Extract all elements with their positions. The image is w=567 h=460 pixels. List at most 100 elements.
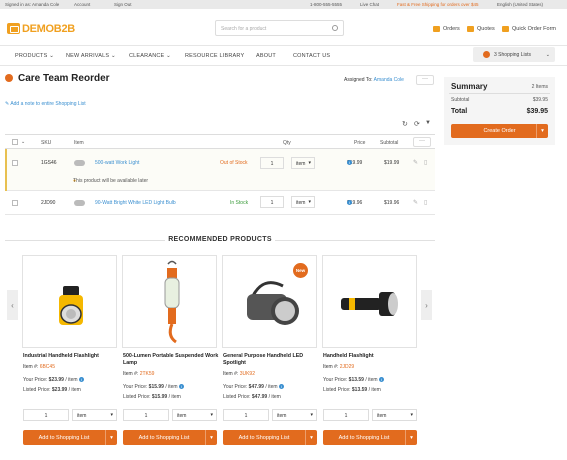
chevron-down-icon[interactable]: ▾ [305, 430, 317, 445]
product-name[interactable]: General Purpose Handheld LED Spotlight [223, 353, 321, 367]
edit-icon[interactable]: ✎ [413, 199, 418, 206]
quotes-link[interactable]: Quotes [467, 26, 495, 32]
nav-item-new-arrivals[interactable]: NEW ARRIVALS ⌄ [66, 53, 116, 59]
info-icon[interactable]: i [278, 384, 284, 389]
unit-select[interactable]: item ▾ [172, 409, 217, 421]
delete-icon[interactable]: ▯ [424, 199, 427, 206]
search-icon[interactable] [332, 25, 338, 31]
row-subtotal: $19.99 [384, 160, 400, 166]
table-actions-menu[interactable]: ··· [413, 137, 431, 147]
edit-icon[interactable]: ✎ [413, 159, 418, 166]
quantity-input[interactable]: 1 [260, 196, 284, 208]
sync-icon[interactable]: ⟳ [414, 120, 420, 128]
header-qty[interactable]: Qty [283, 140, 291, 146]
flashlight-image [341, 292, 398, 316]
site-header: DEMOB2B Search for a product Orders Quot… [0, 9, 567, 45]
shopping-list-icon [483, 51, 490, 58]
chevron-down-icon[interactable]: ▾ [405, 430, 417, 445]
row-subtotal: $19.96 [384, 200, 400, 206]
row-highlight [5, 149, 7, 191]
stock-status: Out of Stock [220, 160, 248, 166]
product-item-number: Item #: 6BC45 [23, 364, 55, 370]
add-to-shopping-list-button[interactable]: Add to Shopping List ▾ [23, 430, 117, 445]
quantity-input[interactable]: 1 [260, 157, 284, 169]
product-name[interactable]: 500-Lumen Portable Suspended Work Lamp [123, 353, 221, 367]
quick-order-link[interactable]: Quick Order Form [502, 26, 556, 32]
signed-in-text: Signed in as: Amanda Cole [5, 2, 60, 7]
orders-link[interactable]: Orders [433, 26, 460, 32]
subtotal-value: $39.95 [532, 97, 548, 103]
product-name[interactable]: Industrial Handheld Flashlight [23, 353, 121, 360]
product-card-image[interactable]: New [222, 255, 317, 348]
info-icon[interactable]: i [347, 160, 352, 165]
select-dropdown-icon[interactable]: ⌄ [21, 139, 25, 145]
header-item[interactable]: Item [74, 140, 84, 146]
add-note-link[interactable]: ✎ Add a note to entire Shopping List [5, 101, 86, 107]
add-to-shopping-list-button[interactable]: Add to Shopping List ▾ [223, 430, 317, 445]
info-icon[interactable]: i [78, 377, 84, 382]
row-product-name[interactable]: 500-watt Work Light [95, 160, 139, 166]
info-icon[interactable]: i [178, 384, 184, 389]
row-checkbox[interactable] [12, 200, 18, 206]
divider [275, 240, 435, 241]
items-count: 2 Items [531, 84, 548, 90]
quantity-input[interactable]: 1 [23, 409, 69, 421]
live-chat-link[interactable]: Live Chat [360, 2, 379, 7]
add-to-shopping-list-button[interactable]: Add to Shopping List ▾ [323, 430, 417, 445]
table-row: 1GS46 500-watt Work Light Out of Stock 1… [5, 149, 435, 191]
chevron-down-icon[interactable]: ▾ [105, 430, 117, 445]
quick-order-icon [502, 26, 509, 32]
product-card-image[interactable] [122, 255, 217, 348]
account-link[interactable]: Account [74, 2, 90, 7]
carousel-prev-button[interactable]: ‹ [7, 290, 18, 320]
unit-select[interactable]: item ▾ [272, 409, 317, 421]
unit-select[interactable]: item ▾ [72, 409, 117, 421]
sign-out-link[interactable]: Sign Out [114, 2, 132, 7]
assigned-to-user[interactable]: Amanda Cole [374, 77, 404, 83]
row-checkbox[interactable] [12, 160, 18, 166]
phone-number: 1-800-555-5555 [310, 2, 343, 7]
site-logo[interactable]: DEMOB2B [7, 22, 81, 35]
quantity-input[interactable]: 1 [123, 409, 169, 421]
select-all-checkbox[interactable] [12, 139, 18, 145]
nav-item-products[interactable]: PRODUCTS ⌄ [15, 53, 54, 59]
chevron-down-icon[interactable]: ▾ [536, 124, 548, 138]
quantity-input[interactable]: 1 [223, 409, 269, 421]
create-order-button[interactable]: Create Order ▾ [451, 124, 548, 138]
header-sku[interactable]: SKU [41, 140, 51, 146]
search-input[interactable]: Search for a product [215, 20, 344, 36]
delete-icon[interactable]: ▯ [424, 159, 427, 166]
nav-item-contact-us[interactable]: CONTACT US [293, 53, 330, 59]
filter-icon[interactable]: ▼ [425, 120, 431, 126]
row-product-name[interactable]: 90-Watt Bright White LED Light Bulb [95, 200, 176, 206]
product-thumbnail[interactable] [74, 200, 85, 206]
nav-item-clearance[interactable]: CLEARANCE ⌄ [129, 53, 171, 59]
locale-selector[interactable]: English (United States) [497, 2, 543, 7]
nav-item-resource-library[interactable]: RESOURCE LIBRARY [185, 53, 244, 59]
nav-item-about[interactable]: ABOUT [256, 53, 276, 59]
list-actions-menu[interactable]: ··· [416, 75, 434, 85]
unit-select[interactable]: item ▾ [372, 409, 417, 421]
product-card-image[interactable] [322, 255, 417, 348]
info-icon[interactable]: i [347, 200, 352, 205]
shopping-lists-button[interactable]: 3 Shopping Lists ⌄ [473, 47, 555, 62]
shipping-promo: Fast & Free Shipping for orders over $45 [397, 2, 479, 7]
info-icon[interactable]: i [378, 377, 384, 382]
unit-select[interactable]: item ▾ [291, 157, 315, 169]
chevron-down-icon[interactable]: ▾ [205, 430, 217, 445]
orders-icon [433, 26, 440, 32]
header-subtotal[interactable]: Subtotal [380, 140, 398, 146]
quantity-input[interactable]: 1 [323, 409, 369, 421]
product-thumbnail[interactable] [74, 160, 85, 166]
carousel-next-button[interactable]: › [421, 290, 432, 320]
add-to-shopping-list-button[interactable]: Add to Shopping List ▾ [123, 430, 217, 445]
product-item-number: Item #: 2JD29 [323, 364, 355, 370]
assigned-to: Assigned To: Amanda Cole [344, 77, 404, 83]
listed-price: Listed Price: $47.99 / item [223, 394, 281, 400]
product-card-image[interactable] [22, 255, 117, 348]
refresh-icon[interactable]: ↻ [402, 120, 408, 128]
unit-select[interactable]: item ▾ [291, 196, 315, 208]
flashlight-image [59, 286, 83, 325]
header-price[interactable]: Price [354, 140, 365, 146]
product-name[interactable]: Handheld Flashlight [323, 353, 421, 360]
